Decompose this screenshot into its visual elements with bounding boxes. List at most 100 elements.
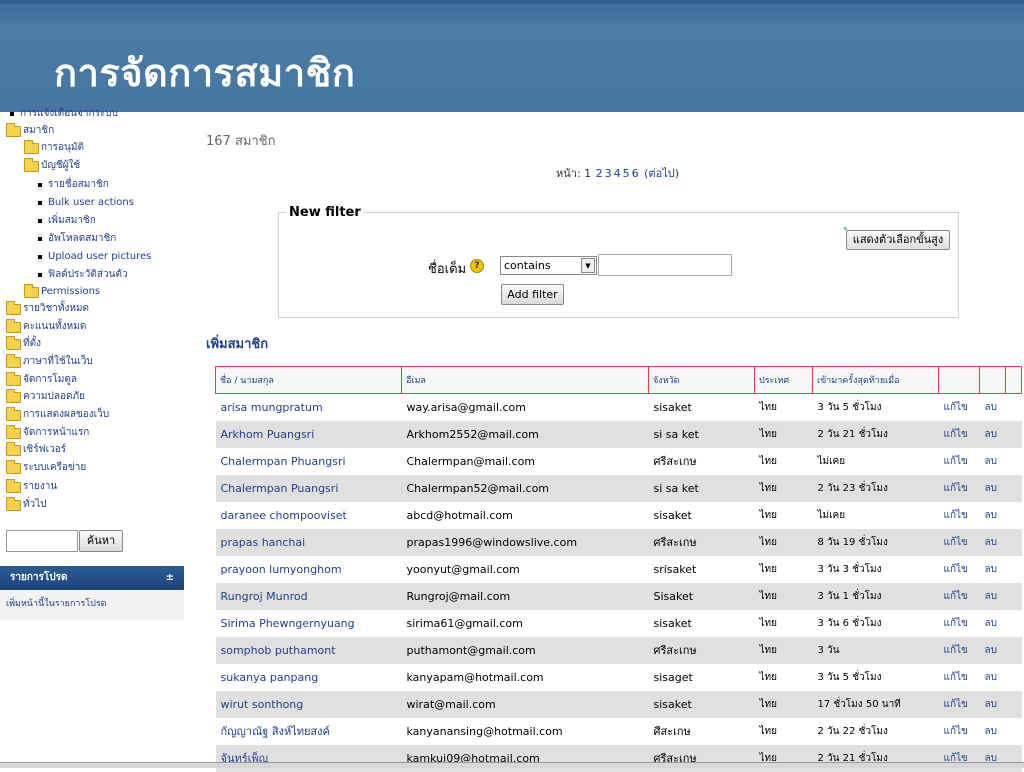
edit-link[interactable]: แก้ไข bbox=[938, 636, 980, 664]
user-name-link[interactable]: Rungroj Munrod bbox=[215, 582, 402, 610]
nav-item[interactable]: ภาษาที่ใช้ในเว็บ bbox=[6, 353, 93, 371]
delete-link[interactable]: ลบ bbox=[979, 663, 1006, 691]
delete-link[interactable]: ลบ bbox=[979, 717, 1006, 745]
user-last-access: ไม่เคย bbox=[812, 447, 939, 475]
user-email: Arkhom2552@mail.com bbox=[401, 420, 649, 448]
delete-link[interactable]: ลบ bbox=[979, 393, 1006, 421]
user-city: ศรีสะเกษ bbox=[648, 447, 755, 475]
edit-link[interactable]: แก้ไข bbox=[938, 609, 980, 637]
edit-link[interactable]: แก้ไข bbox=[938, 501, 980, 529]
nav-item[interactable]: เซิร์ฟเวอร์ bbox=[6, 441, 66, 459]
add-filter-button[interactable]: Add filter bbox=[501, 284, 564, 305]
nav-item[interactable]: อัพโหลดสมาชิก bbox=[38, 230, 116, 248]
help-icon[interactable]: ? bbox=[470, 259, 484, 273]
user-email: puthamont@gmail.com bbox=[401, 636, 649, 664]
delete-link[interactable]: ลบ bbox=[979, 555, 1006, 583]
delete-link[interactable]: ลบ bbox=[979, 501, 1006, 529]
delete-link[interactable]: ลบ bbox=[979, 528, 1006, 556]
show-advanced-button[interactable]: แสดงตัวเลือกขั้นสูง bbox=[846, 230, 950, 250]
nav-item[interactable]: การแสดงผลของเว็บ bbox=[6, 406, 109, 424]
nav-item[interactable]: ฟิลด์ประวัติส่วนตัว bbox=[38, 266, 128, 284]
chevron-down-icon[interactable]: ▼ bbox=[581, 258, 595, 273]
delete-link[interactable]: ลบ bbox=[979, 690, 1006, 718]
filter-value-input[interactable] bbox=[598, 254, 732, 276]
user-name-link[interactable]: กัญญาณัฐ สิงห์ไทยสงค์ bbox=[215, 717, 402, 745]
collapse-toggle-icon[interactable]: ± bbox=[166, 566, 174, 590]
nav-item[interactable]: รายวิชาทั้งหมด bbox=[6, 300, 89, 318]
filter-operator-select[interactable]: contains ▼ bbox=[500, 256, 597, 275]
column-header[interactable]: เข้ามาครั้งสุดท้ายเมื่อ bbox=[812, 366, 939, 394]
user-name-link[interactable]: daranee chompooviset bbox=[215, 501, 402, 529]
nav-item[interactable]: บัญชีผู้ใช้ bbox=[24, 157, 80, 175]
nav-item[interactable]: การแจ้งเตือนจากระบบ bbox=[10, 105, 118, 123]
add-member-link[interactable]: เพิ่มสมาชิก bbox=[206, 333, 268, 354]
nav-item[interactable]: Bulk user actions bbox=[38, 194, 134, 212]
table-row: daranee chompooviset abcd@hotmail.com sisa… bbox=[215, 501, 1022, 529]
delete-link[interactable]: ลบ bbox=[979, 582, 1006, 610]
user-name-link[interactable]: Sirima Phewngernyuang bbox=[215, 609, 402, 637]
user-name-link[interactable]: Chalermpan Puangsri bbox=[215, 474, 402, 502]
empty-cell bbox=[1005, 528, 1022, 556]
edit-link[interactable]: แก้ไข bbox=[938, 690, 980, 718]
paging-link[interactable]: 6 bbox=[632, 167, 639, 180]
edit-link[interactable]: แก้ไข bbox=[938, 447, 980, 475]
edit-link[interactable]: แก้ไข bbox=[938, 555, 980, 583]
delete-link[interactable]: ลบ bbox=[979, 420, 1006, 448]
user-name-link[interactable]: somphob puthamont bbox=[215, 636, 402, 664]
delete-link[interactable]: ลบ bbox=[979, 447, 1006, 475]
delete-link[interactable]: ลบ bbox=[979, 609, 1006, 637]
folder-icon bbox=[6, 478, 21, 493]
nav-item[interactable]: รายชื่อสมาชิก bbox=[38, 176, 109, 194]
table-row: arisa mungpratum way.arisa@gmail.com sisak… bbox=[215, 393, 1022, 421]
column-header[interactable]: จังหวัด bbox=[648, 366, 755, 394]
nav-item[interactable]: รายงาน bbox=[6, 478, 57, 496]
nav-item[interactable]: เพิ่มสมาชิก bbox=[38, 212, 96, 230]
paging-next-link[interactable]: (ต่อไป) bbox=[644, 167, 679, 180]
column-header[interactable]: อีเมล bbox=[401, 366, 649, 394]
search-button[interactable]: ค้นหา bbox=[79, 530, 123, 552]
nav-item[interactable]: สมาชิก bbox=[6, 122, 54, 140]
bottom-scrollbar[interactable] bbox=[0, 762, 1024, 768]
user-name-link[interactable]: prayoon lumyonghom bbox=[215, 555, 402, 583]
user-email: abcd@hotmail.com bbox=[401, 501, 649, 529]
nav-item[interactable]: จัดการหน้าแรก bbox=[6, 424, 89, 442]
user-name-link[interactable]: prapas hanchai bbox=[215, 528, 402, 556]
user-name-link[interactable]: arisa mungpratum bbox=[215, 393, 402, 421]
paging-link[interactable]: 4 bbox=[614, 167, 621, 180]
nav-item[interactable]: ที่ตั้ง bbox=[6, 335, 41, 353]
delete-link[interactable]: ลบ bbox=[979, 636, 1006, 664]
user-email: wirat@mail.com bbox=[401, 690, 649, 718]
nav-item-label: บัญชีผู้ใช้ bbox=[41, 160, 81, 171]
nav-item[interactable]: ทั่วไป bbox=[6, 496, 47, 514]
edit-link[interactable]: แก้ไข bbox=[938, 582, 980, 610]
nav-item[interactable]: จัดการโมดูล bbox=[6, 371, 77, 389]
edit-link[interactable]: แก้ไข bbox=[938, 717, 980, 745]
column-header[interactable]: ประเทศ bbox=[754, 366, 813, 394]
paging-link[interactable]: 5 bbox=[623, 167, 630, 180]
nav-item[interactable]: Upload user pictures bbox=[38, 248, 151, 266]
edit-link[interactable]: แก้ไข bbox=[938, 420, 980, 448]
user-name-link[interactable]: wirut sonthong bbox=[215, 690, 402, 718]
add-bookmark-link[interactable]: เพิ่มหน้านี้ในรายการโปรด bbox=[6, 599, 107, 609]
nav-item[interactable]: Permissions bbox=[24, 283, 100, 301]
nav-item[interactable]: คะแนนทั้งหมด bbox=[6, 318, 86, 336]
bullet-icon bbox=[38, 255, 42, 259]
paging-link[interactable]: 2 bbox=[596, 167, 603, 180]
delete-link[interactable]: ลบ bbox=[979, 474, 1006, 502]
folder-icon bbox=[6, 424, 21, 439]
paging-link[interactable]: 3 bbox=[605, 167, 612, 180]
edit-link[interactable]: แก้ไข bbox=[938, 393, 980, 421]
edit-link[interactable]: แก้ไข bbox=[938, 663, 980, 691]
edit-link[interactable]: แก้ไข bbox=[938, 528, 980, 556]
nav-item[interactable]: ระบบเครือข่าย bbox=[6, 459, 86, 477]
nav-item[interactable]: ความปลอดภัย bbox=[6, 388, 85, 406]
user-name-link[interactable]: Chalermpan Phuangsri bbox=[215, 447, 402, 475]
user-name-link[interactable]: Arkhom Puangsri bbox=[215, 420, 402, 448]
search-input[interactable] bbox=[6, 530, 78, 552]
edit-link[interactable]: แก้ไข bbox=[938, 474, 980, 502]
user-country: ไทย bbox=[754, 663, 813, 691]
user-name-link[interactable]: sukanya panpang bbox=[215, 663, 402, 691]
nav-item[interactable]: การอนุมัติ bbox=[24, 139, 84, 157]
column-header[interactable]: ชื่อ / นามสกุล bbox=[215, 366, 402, 394]
table-row: Rungroj Munrod Rungroj@mail.com Sisaket ไทย… bbox=[215, 582, 1022, 610]
